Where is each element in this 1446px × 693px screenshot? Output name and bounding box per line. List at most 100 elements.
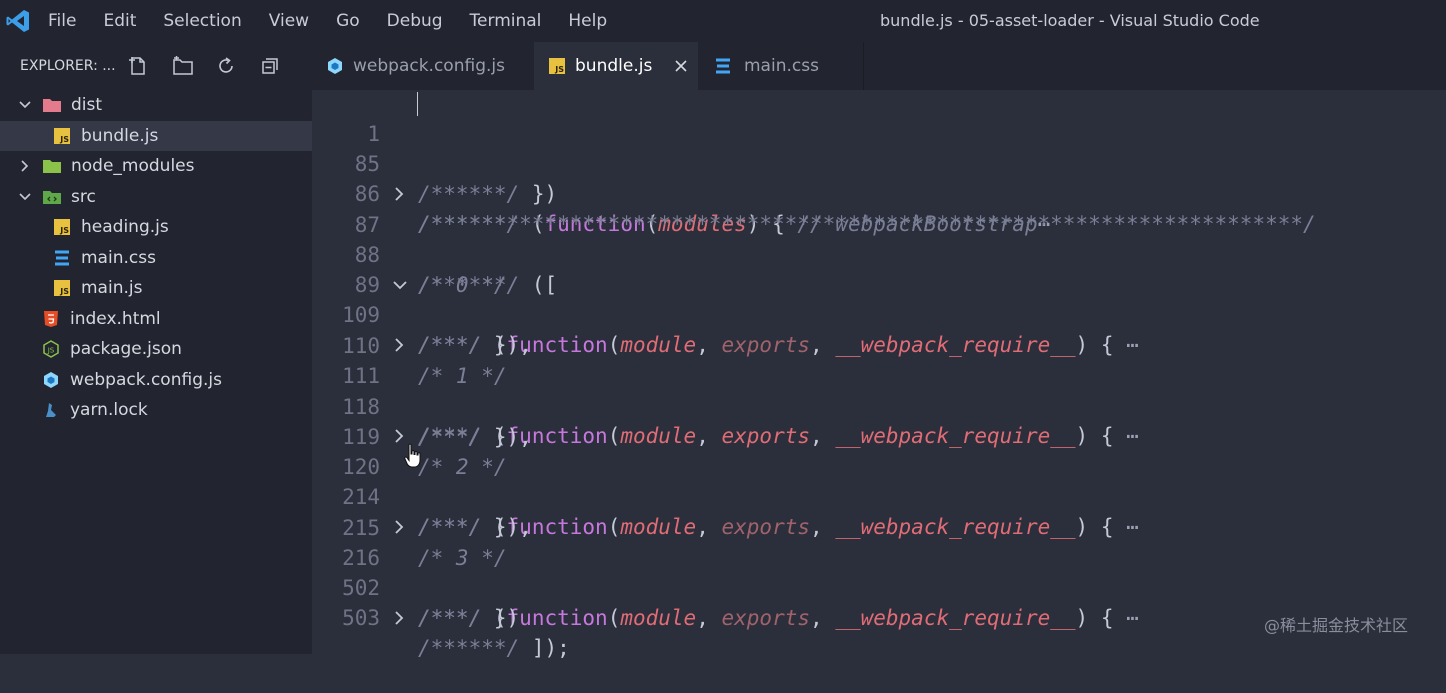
menu-bar: File Edit Selection View Go Debug Termin… xyxy=(48,11,634,31)
code-text: /***************************************… xyxy=(418,212,1316,236)
tab-bundle-js[interactable]: JS bundle.js xyxy=(534,42,698,90)
tree-file-package-json[interactable]: JS package.json xyxy=(0,334,312,365)
text-cursor xyxy=(417,92,418,116)
tree-label: dist xyxy=(71,95,103,116)
menu-edit[interactable]: Edit xyxy=(103,11,136,31)
tree-folder-node-modules[interactable]: node_modules xyxy=(0,151,312,182)
tree-file-yarn-lock[interactable]: yarn.lock xyxy=(0,395,312,426)
code-line: 109 /***/ }), xyxy=(312,270,532,357)
editor-tabs: webpack.config.js JS bundle.js main.css xyxy=(312,42,1446,90)
code-line: 119 /* 2 */ xyxy=(312,392,506,479)
css-file-icon xyxy=(714,58,732,74)
code-line: 216 /***/ (function(module, exports, __w… xyxy=(312,513,1139,630)
code-text: /***/ }), xyxy=(418,333,532,357)
menu-help[interactable]: Help xyxy=(568,11,607,31)
collapse-all-icon[interactable] xyxy=(260,56,304,76)
webpack-icon xyxy=(41,370,61,390)
folder-src-icon xyxy=(42,187,62,207)
code-line: 87 /******/ ([ xyxy=(312,180,557,297)
explorer-header: EXPLORER: ... xyxy=(0,42,312,90)
chevron-right-icon[interactable] xyxy=(392,330,408,360)
tree-label: heading.js xyxy=(81,217,169,238)
tree-label: package.json xyxy=(70,339,182,360)
menu-debug[interactable]: Debug xyxy=(387,11,443,31)
code-line: 88 /* 0 */ xyxy=(312,210,507,297)
tree-file-bundle-js[interactable]: JS bundle.js xyxy=(0,120,312,151)
chevron-down-icon xyxy=(18,190,32,204)
tab-webpack-config[interactable]: webpack.config.js xyxy=(312,42,534,90)
tree-label: main.css xyxy=(81,247,156,268)
code-text: /***/ (function(module, exports, __webpa… xyxy=(418,606,1139,630)
chevron-down-icon[interactable] xyxy=(392,270,408,300)
file-tree: dist JS bundle.js node_modules src JS he… xyxy=(0,90,312,426)
chevron-right-icon[interactable] xyxy=(392,179,408,209)
code-line: 85 /******/ }) xyxy=(312,119,557,206)
watermark: @稀土掘金技术社区 xyxy=(1264,616,1409,635)
menu-go[interactable]: Go xyxy=(336,11,360,31)
menu-file[interactable]: File xyxy=(48,11,76,31)
code-line: 86 /************************************… xyxy=(312,149,1316,236)
js-file-icon: JS xyxy=(549,58,565,74)
svg-text:JS: JS xyxy=(47,347,55,355)
js-file-icon: JS xyxy=(52,217,72,237)
code-text: /***/ }) xyxy=(418,606,520,630)
chevron-right-icon[interactable] xyxy=(392,603,408,633)
css-file-icon xyxy=(52,248,72,268)
code-line: 214 /***/ }), xyxy=(312,452,532,539)
folder-node-icon xyxy=(42,156,62,176)
code-line: 111 /***/ (function(module, exports, __w… xyxy=(312,331,1139,448)
menu-view[interactable]: View xyxy=(269,11,309,31)
code-text: /***/ }), xyxy=(418,425,532,449)
new-folder-icon[interactable] xyxy=(172,56,216,76)
tab-label: bundle.js xyxy=(575,56,653,76)
code-text: /******/ ]); xyxy=(418,636,570,660)
folder-dist-icon xyxy=(42,95,62,115)
new-file-icon[interactable] xyxy=(128,56,172,76)
tree-file-webpack-config[interactable]: webpack.config.js xyxy=(0,365,312,396)
tree-label: yarn.lock xyxy=(70,400,148,421)
tree-label: index.html xyxy=(70,308,161,329)
nodejs-file-icon: JS xyxy=(41,339,61,359)
code-text: /******/ }) xyxy=(418,182,558,206)
code-line: 120 /***/ (function(module, exports, __w… xyxy=(312,422,1139,539)
code-text: /* 2 */ xyxy=(418,455,507,479)
tree-file-main-css[interactable]: main.css xyxy=(0,243,312,274)
yarn-icon xyxy=(41,400,61,420)
hand-pointer-icon xyxy=(404,443,422,473)
code-line: 89 /***/ (function(module, exports, __we… xyxy=(312,240,1139,357)
close-icon[interactable] xyxy=(674,59,688,73)
webpack-icon xyxy=(326,57,344,75)
tree-label: main.js xyxy=(81,278,143,299)
js-file-icon: JS xyxy=(52,278,72,298)
code-line: 503 /******/ ]); xyxy=(312,573,570,660)
tree-file-main-js[interactable]: JS main.js xyxy=(0,273,312,304)
code-line: 1 /******/ (function(modules) { // webpa… xyxy=(312,89,1050,236)
menu-selection[interactable]: Selection xyxy=(163,11,241,31)
code-editor[interactable]: 1 /******/ (function(modules) { // webpa… xyxy=(312,89,1446,660)
chevron-right-icon[interactable] xyxy=(392,512,408,542)
chevron-right-icon xyxy=(18,159,32,173)
code-text: /* 0 */ xyxy=(418,273,507,297)
code-line: 118 /***/ }), xyxy=(312,362,532,449)
code-text: /* 1 */ xyxy=(418,364,507,388)
html-file-icon xyxy=(41,309,61,329)
tab-main-css[interactable]: main.css xyxy=(698,42,864,90)
code-line: 215 /* 3 */ xyxy=(312,483,506,570)
refresh-icon[interactable] xyxy=(216,56,260,76)
code-text: /***/ }), xyxy=(418,515,532,539)
title-bar: File Edit Selection View Go Debug Termin… xyxy=(0,0,1446,42)
code-line: 110 /* 1 */ xyxy=(312,301,506,388)
tree-label: bundle.js xyxy=(81,125,159,146)
tree-label: node_modules xyxy=(71,156,195,177)
explorer-sidebar: EXPLORER: ... dist JS bundle.js node_mod… xyxy=(0,42,312,654)
tree-file-heading-js[interactable]: JS heading.js xyxy=(0,212,312,243)
tree-file-index-html[interactable]: index.html xyxy=(0,304,312,335)
line-number: 503 xyxy=(342,606,380,630)
tree-label: webpack.config.js xyxy=(70,369,222,390)
tree-label: src xyxy=(71,186,96,207)
tree-folder-src[interactable]: src xyxy=(0,182,312,213)
code-text: /* 3 */ xyxy=(418,546,507,570)
tree-folder-dist[interactable]: dist xyxy=(0,90,312,121)
tab-label: main.css xyxy=(744,56,819,76)
menu-terminal[interactable]: Terminal xyxy=(470,11,542,31)
